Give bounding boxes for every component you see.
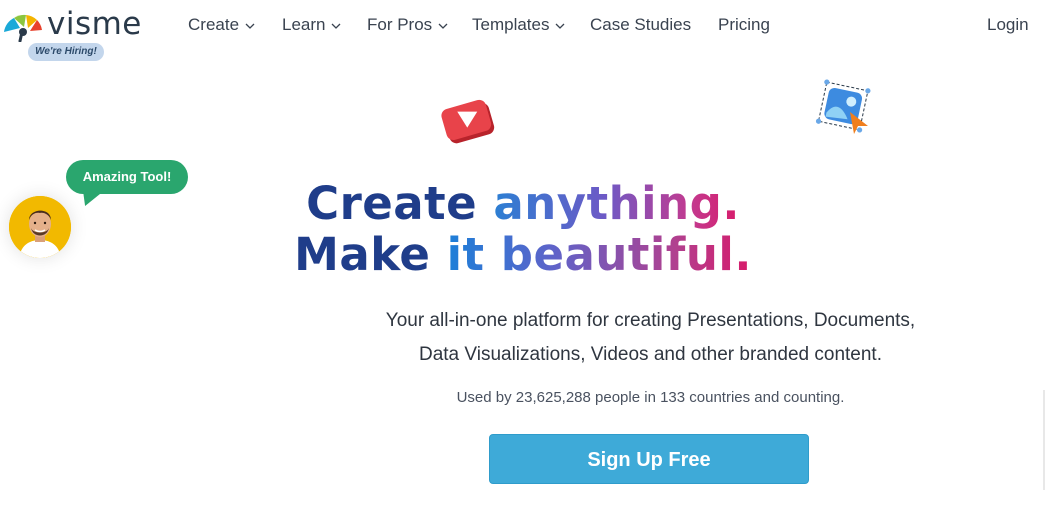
- subtitle-line-1: Your all-in-one platform for creating Pr…: [385, 310, 916, 331]
- headline-word-anything: anything.: [493, 177, 740, 230]
- chevron-down-icon: [556, 23, 565, 29]
- hero-subtitle: Your all-in-one platform for creating Pr…: [323, 304, 978, 372]
- nav-item-for-pros[interactable]: For Pros: [367, 14, 448, 36]
- nav-item-label: For Pros: [367, 15, 433, 34]
- usage-stats: Used by 23,625,288 people in 133 countri…: [456, 389, 845, 406]
- nav-item-label: Templates: [472, 15, 550, 34]
- nav-item-learn[interactable]: Learn: [282, 14, 341, 36]
- visme-logo[interactable]: visme We're Hiring!: [0, 6, 160, 64]
- headline-word-beautiful: it beautiful.: [446, 228, 752, 281]
- nav-item-label: Pricing: [718, 15, 770, 34]
- nav-item-templates[interactable]: Templates: [472, 14, 565, 36]
- chevron-down-icon: [332, 23, 341, 29]
- nav-item-label: Case Studies: [590, 15, 692, 34]
- headline-word-make: Make: [294, 228, 431, 281]
- nav-item-create[interactable]: Create: [188, 14, 255, 36]
- login-link[interactable]: Login: [987, 14, 1029, 36]
- image-icon: [815, 79, 871, 134]
- headline-word-create: Create: [306, 177, 478, 230]
- nav-item-case-studies[interactable]: Case Studies: [590, 14, 691, 36]
- hero-headline: Create anything. Make it beautiful.: [0, 178, 1046, 280]
- subtitle-line-2: Data Visualizations, Videos and other br…: [418, 344, 882, 365]
- scrollbar-edge[interactable]: [1043, 390, 1045, 490]
- play-icon: [441, 99, 495, 144]
- nav-item-label: Learn: [282, 15, 326, 34]
- nav-item-label: Create: [188, 15, 240, 34]
- hiring-badge[interactable]: We're Hiring!: [28, 43, 104, 61]
- headline-line-1: Create anything.: [0, 178, 1046, 229]
- nav-item-pricing[interactable]: Pricing: [718, 14, 770, 36]
- logo-mark-icon: [4, 14, 42, 42]
- chevron-down-icon: [245, 23, 255, 29]
- logo-text: visme: [47, 6, 142, 42]
- sign-up-free-button[interactable]: Sign Up Free: [489, 434, 809, 484]
- headline-line-2: Make it beautiful.: [0, 229, 1046, 280]
- chevron-down-icon: [438, 23, 448, 29]
